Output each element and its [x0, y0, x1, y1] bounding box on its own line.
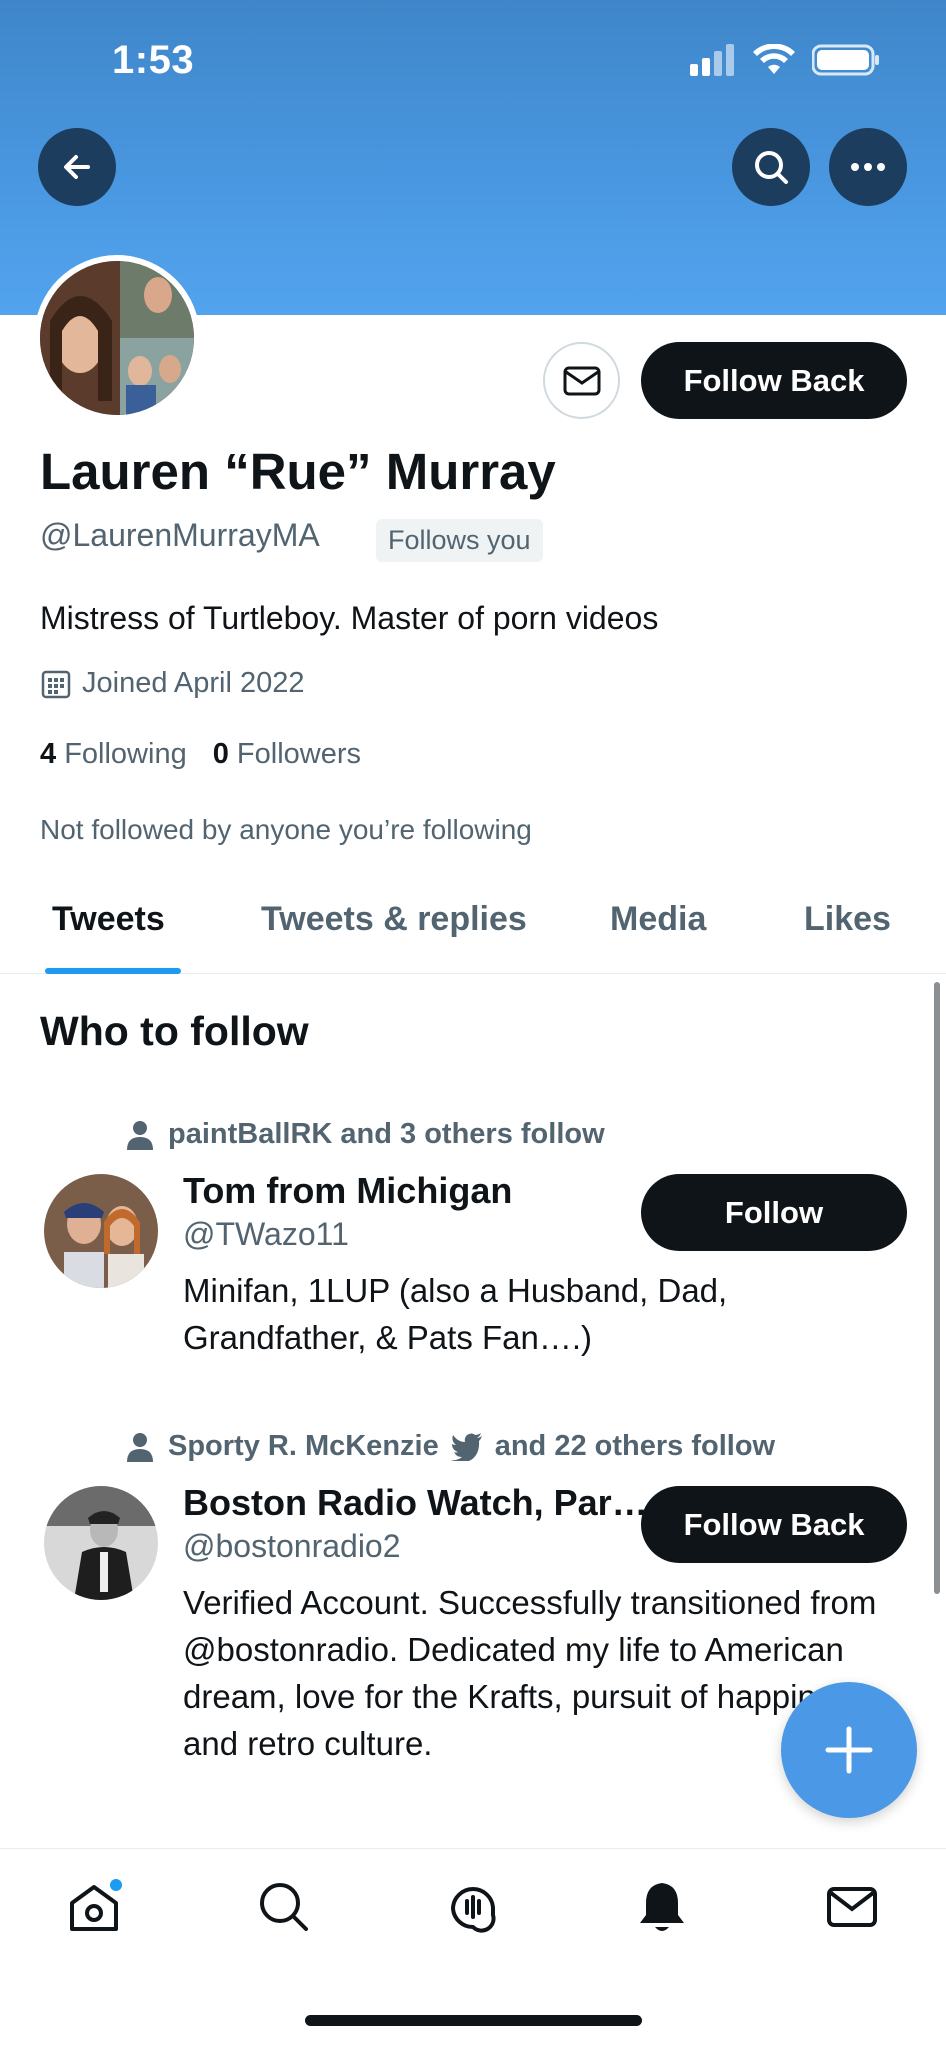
bottom-tab-bar	[0, 1848, 946, 2048]
follow-back-button[interactable]: Follow Back	[641, 342, 907, 419]
following-link[interactable]: 4 Following	[40, 738, 187, 771]
user-handle: @bostonradio2	[183, 1528, 401, 1564]
mail-icon	[827, 1887, 877, 1927]
tab-tweets-replies[interactable]: Tweets & replies	[261, 900, 527, 939]
user-avatar[interactable]	[44, 1174, 158, 1288]
active-tab-indicator	[45, 968, 181, 974]
profile-bio: Mistress of Turtleboy. Master of porn vi…	[40, 600, 659, 636]
joined-date: Joined April 2022	[40, 667, 305, 700]
social-context-name: Sporty R. McKenzie	[168, 1430, 439, 1462]
plus-icon	[825, 1726, 873, 1774]
nav-home[interactable]	[64, 1877, 124, 1937]
tab-tweets[interactable]: Tweets	[52, 900, 165, 939]
profile-tabs: Tweets Tweets & replies Media Likes	[0, 890, 946, 974]
who-to-follow-title: Who to follow	[40, 1008, 309, 1054]
following-count: 4	[40, 738, 57, 770]
follow-button[interactable]: Follow	[641, 1174, 907, 1251]
profile-handle: @LaurenMurrayMA	[40, 517, 320, 553]
joined-text: Joined April 2022	[82, 667, 305, 699]
follows-you-badge: Follows you	[376, 519, 543, 562]
followers-count: 0	[212, 738, 229, 770]
followers-label: Followers	[236, 738, 361, 770]
battery-icon	[812, 44, 879, 76]
home-icon	[70, 1879, 122, 1931]
compose-tweet-button[interactable]	[781, 1682, 917, 1818]
followers-link[interactable]: 0 Followers	[213, 738, 361, 771]
status-time: 1:53	[112, 38, 195, 82]
not-followed-text: Not followed by anyone you’re following	[40, 814, 532, 845]
social-context: Sporty R. McKenzie and 22 others follow	[124, 1430, 775, 1463]
person-icon	[127, 1432, 153, 1462]
person-icon	[127, 1120, 153, 1150]
follow-counts: 4 Following 0 Followers	[40, 738, 361, 771]
home-indicator	[305, 2015, 642, 2026]
nav-messages[interactable]	[822, 1877, 882, 1937]
avatar-photo	[44, 1174, 158, 1288]
calendar-icon	[41, 670, 71, 698]
tab-likes[interactable]: Likes	[804, 900, 891, 939]
wifi-icon	[753, 44, 795, 74]
bell-icon	[640, 1883, 684, 1931]
more-icon	[851, 163, 885, 171]
nav-explore[interactable]	[254, 1877, 314, 1937]
search-icon	[755, 151, 788, 184]
following-label: Following	[64, 738, 187, 770]
spaces-icon	[450, 1887, 496, 1933]
mail-icon	[563, 366, 600, 395]
profile-name: Lauren “Rue” Murray	[40, 443, 556, 500]
signal-icon	[690, 44, 734, 76]
user-bio: Minifan, 1LUP (also a Husband, Dad, Gran…	[183, 1272, 728, 1356]
social-context-rest: and 22 others follow	[494, 1430, 776, 1462]
user-name[interactable]: Tom from Michigan	[183, 1170, 512, 1212]
search-button[interactable]	[732, 128, 810, 206]
message-button[interactable]	[543, 342, 620, 419]
avatar-photo-collage	[40, 261, 194, 415]
social-context: paintBallRK and 3 others follow	[124, 1118, 605, 1151]
more-options-button[interactable]	[829, 128, 907, 206]
twitter-bird-icon	[450, 1432, 482, 1461]
follow-back-button[interactable]: Follow Back	[641, 1486, 907, 1563]
scrollbar[interactable]	[934, 982, 940, 1594]
user-name[interactable]: Boston Radio Watch, Par…	[183, 1482, 648, 1524]
avatar-photo	[44, 1486, 158, 1600]
user-avatar[interactable]	[44, 1486, 158, 1600]
tab-media[interactable]: Media	[610, 900, 706, 939]
search-icon	[260, 1883, 308, 1931]
status-icons	[690, 44, 880, 76]
social-context-text: paintBallRK and 3 others follow	[168, 1118, 605, 1150]
nav-notifications[interactable]	[632, 1877, 692, 1937]
user-handle: @TWazo11	[183, 1216, 349, 1252]
arrow-left-icon	[64, 155, 90, 179]
back-button[interactable]	[38, 128, 116, 206]
profile-avatar[interactable]	[34, 255, 200, 421]
nav-spaces[interactable]	[443, 1877, 503, 1937]
